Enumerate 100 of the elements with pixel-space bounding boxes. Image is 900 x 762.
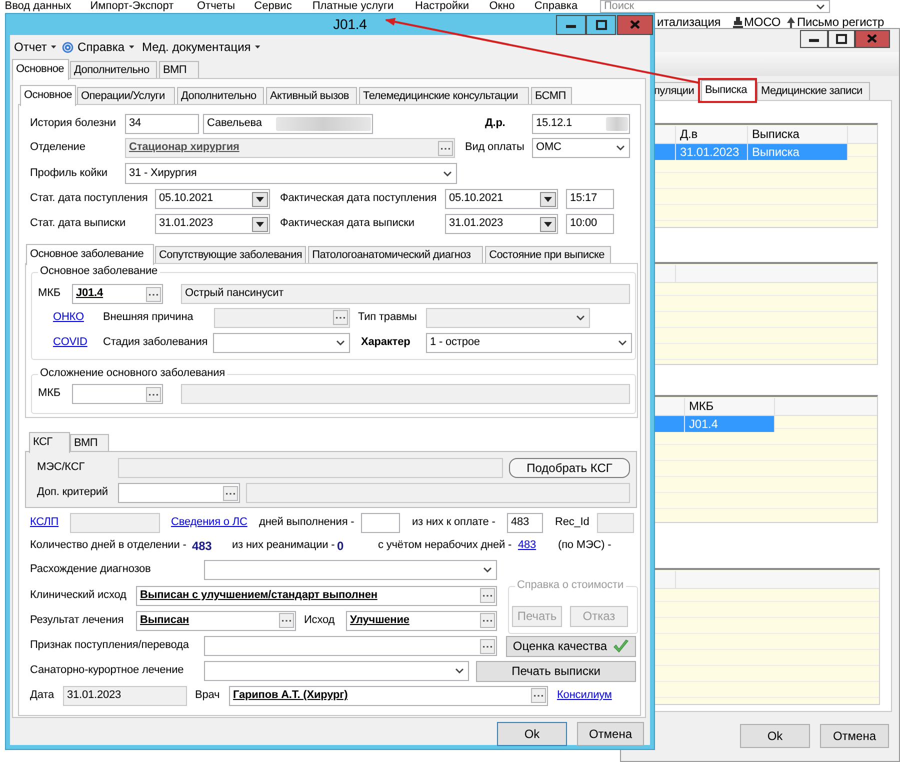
lookup-field[interactable]: J01.4 — [72, 284, 163, 304]
tab[interactable]: Патологоанатомический диагноз — [308, 246, 484, 264]
lookup-field[interactable]: Выписан — [136, 610, 296, 630]
tab[interactable]: Выписка — [701, 80, 756, 101]
maximize-icon — [836, 34, 847, 44]
maximize-button[interactable] — [828, 30, 855, 48]
lookup-field[interactable]: Улучшение — [346, 610, 497, 630]
print-button[interactable]: Печать выписки — [476, 660, 636, 682]
tab[interactable]: БСМП — [531, 87, 572, 105]
menu-item[interactable]: Отчет — [12, 37, 58, 57]
browse-button[interactable] — [438, 140, 453, 156]
toolbar-item: МОСО — [744, 15, 781, 30]
input-field[interactable] — [70, 513, 160, 533]
close-button[interactable] — [617, 14, 653, 34]
browse-button[interactable] — [223, 486, 238, 500]
browse-button[interactable] — [480, 638, 495, 654]
input-field[interactable]: 15.12.1 — [532, 114, 630, 134]
minimize-button[interactable] — [800, 30, 828, 48]
lookup-field[interactable]: Стационар хирургия — [125, 138, 455, 158]
browse-button[interactable] — [146, 286, 161, 302]
tab[interactable]: Медицинские записи — [757, 82, 870, 100]
menu-item[interactable]: Справка — [60, 37, 136, 57]
dropdown-button[interactable] — [252, 192, 268, 206]
lookup-field[interactable] — [214, 308, 350, 328]
link[interactable]: Консилиум — [557, 688, 612, 702]
tab[interactable]: Дополнительно — [177, 87, 264, 105]
dropdown-button[interactable] — [540, 192, 556, 206]
date-field[interactable]: 31.01.2023 — [155, 214, 270, 234]
link[interactable]: ОНКО — [53, 310, 84, 324]
dropdown-field[interactable] — [204, 560, 497, 580]
menu-item[interactable]: Справка — [530, 0, 582, 14]
maximize-button[interactable] — [586, 14, 616, 34]
menu-item[interactable]: Платные услуги — [305, 0, 401, 14]
menu-item[interactable]: Настройки — [410, 0, 474, 14]
input-field[interactable] — [181, 384, 630, 404]
input-field[interactable]: 15:17 — [566, 189, 614, 209]
tab[interactable]: Дополнительно — [70, 61, 157, 79]
ok-button[interactable]: Ok — [497, 722, 567, 746]
dropdown-button[interactable] — [540, 216, 556, 232]
browse-button[interactable] — [480, 613, 495, 628]
browse-button[interactable] — [531, 688, 546, 703]
lookup-field[interactable]: Гарипов А.Т. (Хирург) — [229, 686, 548, 706]
quality-button[interactable]: Оценка качества — [506, 636, 636, 656]
link[interactable]: Сведения о ЛС — [171, 516, 248, 530]
tab[interactable]: ВМП — [70, 434, 109, 452]
browse-button[interactable] — [333, 310, 348, 325]
tab[interactable]: Основное заболевание — [26, 244, 154, 265]
link[interactable]: КСЛП — [30, 516, 59, 530]
menu-item[interactable]: Окно — [480, 0, 524, 14]
tab[interactable]: Телемедицинские консультации — [359, 87, 530, 105]
tab[interactable]: Сопутствующие заболевания — [155, 246, 306, 264]
input-field[interactable] — [597, 513, 634, 533]
tab[interactable]: КСГ — [29, 432, 70, 453]
tab[interactable]: Основное — [12, 59, 69, 80]
tab[interactable]: Состояние при выписке — [485, 246, 612, 264]
dropdown-field[interactable]: 31 - Хирургия — [125, 163, 457, 184]
input-field[interactable] — [246, 483, 630, 503]
table-cell: J01.4 — [685, 416, 775, 432]
browse-button[interactable] — [146, 386, 161, 402]
dropdown-field[interactable] — [213, 333, 350, 353]
minimize-button[interactable] — [556, 14, 586, 34]
browse-button[interactable] — [480, 588, 495, 603]
input-field[interactable]: 10:00 — [566, 214, 614, 234]
lookup-field[interactable] — [204, 636, 497, 656]
date-field[interactable]: 05.10.2021 — [155, 189, 270, 209]
input-field[interactable]: 483 — [507, 513, 543, 533]
menu-item[interactable]: Ввод данных — [0, 0, 76, 14]
ok-button[interactable]: Ok — [740, 724, 810, 748]
lookup-field[interactable] — [72, 384, 163, 404]
menu-item[interactable]: Импорт-Экспорт — [82, 0, 182, 14]
menu-item[interactable]: Отчеты — [190, 0, 242, 14]
close-button[interactable] — [855, 30, 890, 48]
pick-button[interactable]: Подобрать КСГ — [509, 458, 630, 478]
date-field[interactable]: 31.01.2023 — [445, 214, 558, 234]
tab[interactable]: Основное — [20, 85, 76, 106]
tab[interactable]: Операции/Услуги — [77, 87, 176, 105]
link[interactable]: 483 — [518, 539, 536, 553]
tab[interactable]: Активный вызов — [266, 87, 358, 105]
lookup-field[interactable] — [118, 483, 240, 503]
dropdown-field[interactable]: 1 - острое — [426, 333, 632, 353]
input-field[interactable]: 31.01.2023 — [63, 686, 187, 706]
menu-item[interactable]: Сервис — [248, 0, 298, 14]
lookup-field[interactable]: Выписан с улучшением/стандарт выполнен — [136, 586, 497, 606]
input-field[interactable]: Острый пансинусит — [181, 284, 630, 304]
menu-item[interactable]: Мед. документация — [140, 37, 262, 57]
tab[interactable]: ВМП — [159, 61, 199, 79]
dropdown-field[interactable]: ОМС — [532, 138, 630, 158]
dropdown-field[interactable] — [204, 661, 469, 681]
input-field[interactable]: Савельева — [203, 114, 373, 134]
dropdown-field[interactable] — [426, 308, 590, 328]
dropdown-button[interactable] — [252, 216, 268, 232]
input-field[interactable] — [118, 458, 503, 478]
search-field[interactable]: Поиск — [600, 0, 830, 13]
browse-button[interactable] — [279, 613, 294, 628]
link[interactable]: COVID — [53, 336, 88, 350]
date-field[interactable]: 05.10.2021 — [445, 189, 558, 209]
input-field[interactable]: 34 — [125, 114, 199, 134]
cancel-button[interactable]: Отмена — [820, 724, 889, 748]
cancel-button[interactable]: Отмена — [577, 722, 644, 746]
input-field[interactable] — [361, 513, 400, 533]
